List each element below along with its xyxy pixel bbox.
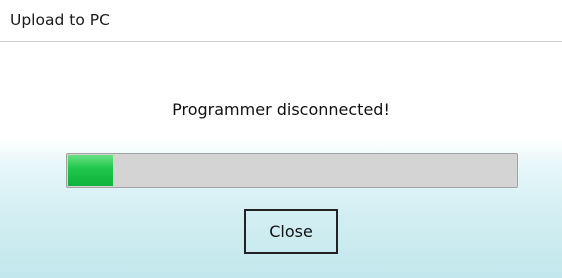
dialog-title: Upload to PC <box>10 11 110 29</box>
dialog-title-bar: Upload to PC <box>0 0 562 42</box>
close-button[interactable]: Close <box>244 209 338 254</box>
dialog-content: Programmer disconnected! Close <box>0 43 562 278</box>
progress-bar-fill <box>68 155 113 186</box>
status-message: Programmer disconnected! <box>172 100 390 119</box>
upload-dialog: Upload to PC Programmer disconnected! Cl… <box>0 0 562 278</box>
progress-bar <box>66 153 518 188</box>
